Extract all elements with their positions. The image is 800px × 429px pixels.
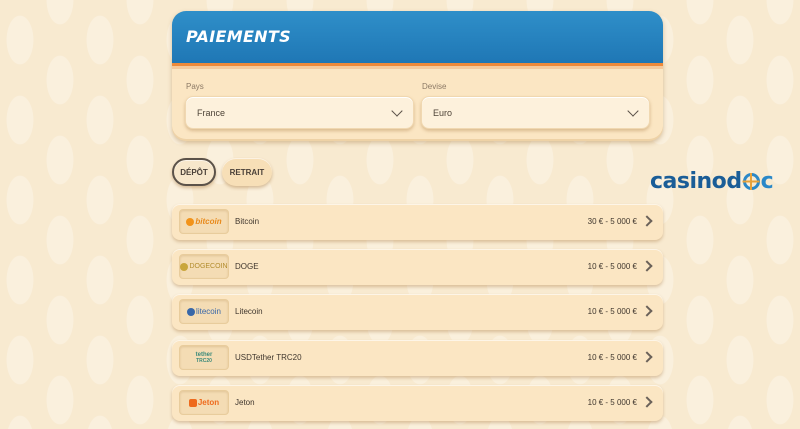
currency-value: Euro bbox=[433, 108, 453, 118]
country-label: Pays bbox=[186, 82, 204, 91]
method-name: Jeton bbox=[235, 398, 255, 407]
method-name: DOGE bbox=[235, 262, 259, 271]
tab-withdraw[interactable]: RETRAIT bbox=[222, 158, 272, 186]
roulette-wheel-icon bbox=[742, 172, 760, 190]
payment-method-row[interactable]: tether TRC20 USDTether TRC20 10 € - 5 000… bbox=[172, 340, 663, 376]
chevron-right-icon bbox=[641, 396, 653, 408]
chevron-right-icon bbox=[641, 260, 653, 272]
jeton-logo-icon: Jeton bbox=[179, 390, 229, 415]
method-name: Litecoin bbox=[235, 307, 263, 316]
payment-method-row[interactable]: litecoin Litecoin 10 € - 5 000 € bbox=[172, 294, 663, 330]
method-name: Bitcoin bbox=[235, 217, 260, 226]
payment-method-row[interactable]: bitcoin Bitcoin 30 € - 5 000 € bbox=[172, 204, 663, 240]
panel-header: PAIEMENTS bbox=[172, 11, 663, 69]
logo-text-casino: casino bbox=[650, 168, 727, 194]
tab-deposit[interactable]: DÉPÔT bbox=[172, 158, 216, 186]
payment-method-row[interactable]: Jeton Jeton 10 € - 5 000 € bbox=[172, 385, 663, 421]
chevron-down-icon bbox=[627, 105, 639, 117]
currency-label: Devise bbox=[422, 82, 447, 91]
tether-logo-icon: tether TRC20 bbox=[179, 345, 229, 370]
chevron-right-icon bbox=[641, 305, 653, 317]
casinodoc-logo: casino d c bbox=[650, 168, 774, 194]
method-range: 10 € - 5 000 € bbox=[587, 353, 637, 362]
method-name: USDTether TRC20 bbox=[235, 353, 302, 362]
currency-select[interactable]: Euro bbox=[421, 96, 650, 129]
chevron-down-icon bbox=[391, 105, 403, 117]
method-range: 10 € - 5 000 € bbox=[587, 398, 637, 407]
page-title: PAIEMENTS bbox=[186, 27, 291, 46]
method-range: 10 € - 5 000 € bbox=[587, 262, 637, 271]
method-range: 10 € - 5 000 € bbox=[587, 307, 637, 316]
country-select[interactable]: France bbox=[185, 96, 414, 129]
dogecoin-logo-icon: DOGECOIN bbox=[179, 254, 229, 279]
chevron-right-icon bbox=[641, 215, 653, 227]
logo-text-d: d bbox=[726, 168, 742, 194]
chevron-right-icon bbox=[641, 351, 653, 363]
bitcoin-logo-icon: bitcoin bbox=[179, 209, 229, 234]
payment-method-row[interactable]: DOGECOIN DOGE 10 € - 5 000 € bbox=[172, 249, 663, 285]
logo-text-c: c bbox=[760, 168, 774, 194]
country-value: France bbox=[197, 108, 226, 118]
method-range: 30 € - 5 000 € bbox=[587, 217, 637, 226]
litecoin-logo-icon: litecoin bbox=[179, 299, 229, 324]
